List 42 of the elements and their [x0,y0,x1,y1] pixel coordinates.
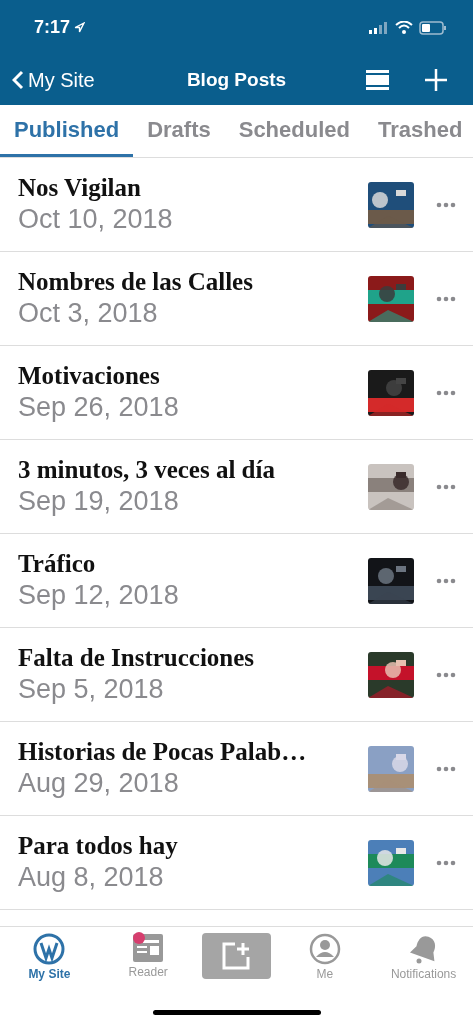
more-icon [436,483,456,490]
chevron-left-icon [12,70,24,90]
signal-icon [369,21,389,34]
post-title[interactable]: Falta de Instrucciones [18,644,255,672]
more-icon [436,295,456,302]
back-link[interactable]: My Site [12,68,95,92]
post-title[interactable]: Para todos hay [18,832,178,860]
post-date: Sep 5, 2018 [18,674,164,705]
write-button[interactable] [202,933,271,979]
post-date: Sep 12, 2018 [18,580,179,611]
post-date: Oct 3, 2018 [18,298,158,329]
more-icon [436,389,456,396]
post-date: Aug 29, 2018 [18,768,179,799]
person-icon [308,933,341,965]
post-date: Sep 19, 2018 [18,486,179,517]
more-icon [436,765,456,772]
post-date: Aug 8, 2018 [18,862,164,893]
screen-title: Blog Posts [186,69,287,91]
wordpress-logo-icon [33,933,66,965]
list-view-icon[interactable] [366,70,389,90]
more-icon [436,577,456,584]
more-icon [436,859,456,866]
more-icon [436,671,456,678]
post-date: Sep 26, 2018 [18,392,179,423]
more-icon [436,201,456,208]
new-post-icon [221,941,252,971]
post-title[interactable]: Nombres de las Calles [18,268,253,296]
reader-icon [132,933,165,963]
post-title[interactable]: Tráfico [18,550,96,578]
plus-icon[interactable] [425,69,447,91]
tab-bar-item[interactable]: My Site [4,933,95,981]
back-label[interactable]: My Site [28,68,95,92]
status-time: 7:17 [34,17,86,38]
post-title[interactable]: Motivaciones [18,362,160,390]
filter-tab[interactable]: Published [0,105,134,157]
post-title[interactable]: Nos Vigilan [18,174,141,202]
post-date: Oct 10, 2018 [18,204,173,235]
battery-icon [419,20,447,35]
location-arrow-icon [74,22,86,33]
post-title[interactable]: 3 minutos, 3 veces al día [18,456,275,484]
wifi-icon [395,21,413,34]
post-title[interactable]: Historias de Pocas Palab… [18,738,307,766]
